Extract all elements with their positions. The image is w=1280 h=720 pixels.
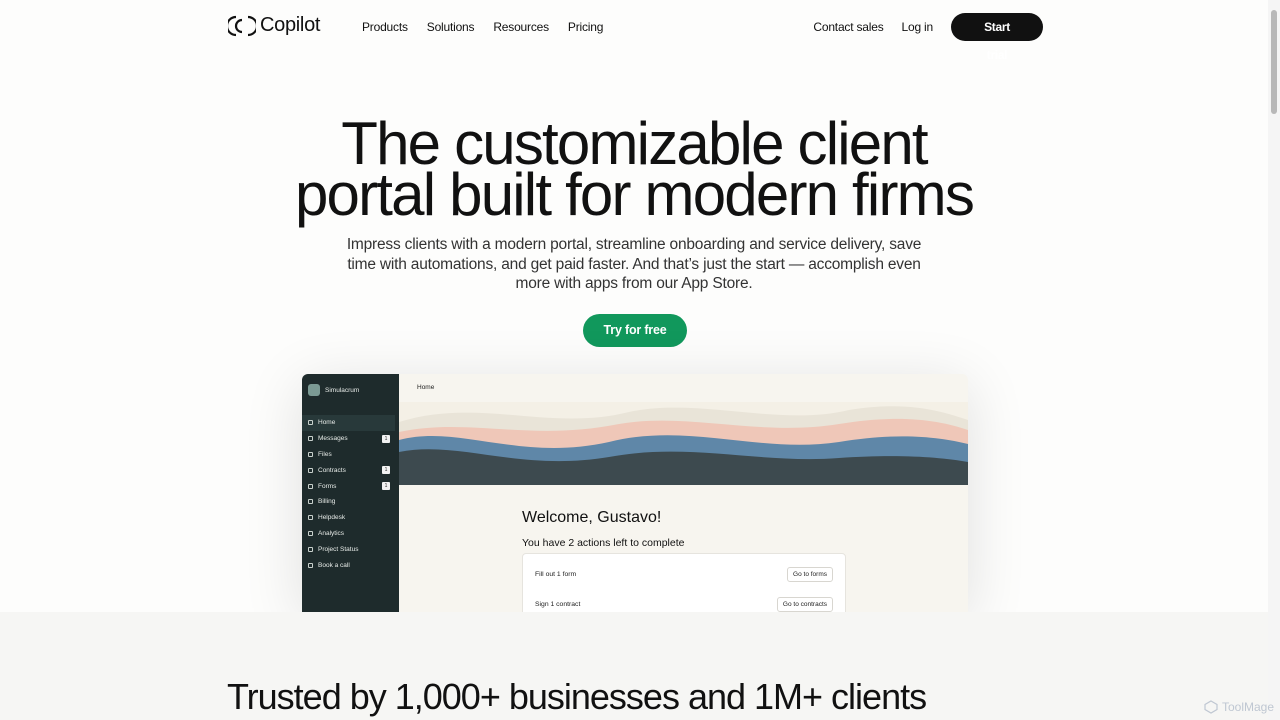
go-to-contracts-button[interactable]: Go to contracts bbox=[776, 596, 833, 612]
sidebar-item-book-call[interactable]: Book a call bbox=[302, 557, 399, 573]
sidebar-item-label: Contracts bbox=[318, 466, 346, 474]
top-nav: Copilot Products Solutions Resources Pri… bbox=[0, 0, 1280, 62]
task-label: Fill out 1 form bbox=[535, 570, 577, 578]
sidebar-item-label: Project Status bbox=[318, 545, 359, 553]
scrollbar-thumb[interactable] bbox=[1271, 10, 1277, 114]
book-icon bbox=[308, 515, 313, 521]
sidebar-item-files[interactable]: Files bbox=[302, 447, 399, 463]
home-icon bbox=[308, 420, 313, 426]
message-icon bbox=[308, 436, 313, 442]
phone-icon bbox=[308, 562, 313, 568]
tasks-card: Fill out 1 form Go to forms Sign 1 contr… bbox=[522, 553, 846, 612]
sidebar-item-label: Forms bbox=[318, 482, 337, 490]
sidebar-item-forms[interactable]: Forms 1 bbox=[302, 478, 399, 494]
app-breadcrumb: Home bbox=[417, 384, 435, 391]
sidebar-item-analytics[interactable]: Analytics bbox=[302, 526, 399, 542]
nav-actions: Contact sales Log in Start trial bbox=[813, 13, 1043, 62]
trusted-heading: Trusted by 1,000+ businesses and 1M+ cli… bbox=[227, 676, 927, 717]
sidebar-item-helpdesk[interactable]: Helpdesk bbox=[302, 510, 399, 526]
start-trial-button[interactable]: Start trial bbox=[951, 13, 1043, 62]
workspace-name: Simulacrum bbox=[325, 386, 360, 394]
watermark-text: ToolMage bbox=[1221, 700, 1274, 714]
app-preview: Simulacrum Home Messages 1 Files Contrac… bbox=[302, 374, 968, 612]
login-link[interactable]: Log in bbox=[902, 20, 934, 34]
billing-icon bbox=[308, 499, 313, 505]
sidebar-item-home[interactable]: Home bbox=[302, 415, 395, 431]
app-sidebar-nav: Home Messages 1 Files Contracts 1 Forms … bbox=[302, 415, 399, 573]
folder-icon bbox=[308, 451, 313, 457]
app-main: Home Welcome, Gustavo! You have 2 action… bbox=[399, 374, 968, 612]
copilot-logo-icon bbox=[228, 15, 256, 36]
task-row: Sign 1 contract Go to contracts bbox=[535, 594, 833, 612]
sidebar-item-label: Billing bbox=[318, 498, 336, 506]
sidebar-item-billing[interactable]: Billing bbox=[302, 494, 399, 510]
copilot-logo[interactable]: Copilot bbox=[228, 14, 320, 37]
count-badge: 1 bbox=[382, 434, 390, 443]
task-label: Sign 1 contract bbox=[535, 600, 581, 608]
sidebar-item-label: Home bbox=[318, 419, 336, 427]
nav-products[interactable]: Products bbox=[362, 20, 408, 34]
sidebar-item-project-status[interactable]: Project Status bbox=[302, 541, 399, 557]
watermark: ToolMage bbox=[1204, 700, 1274, 714]
sidebar-item-label: Helpdesk bbox=[318, 514, 346, 522]
hero-title-line-2: portal built for modern firms bbox=[294, 161, 975, 228]
hero-title: The customizable client portal built for… bbox=[0, 114, 1268, 225]
sidebar-item-contracts[interactable]: Contracts 1 bbox=[302, 462, 399, 478]
sidebar-item-label: Files bbox=[318, 450, 332, 458]
sidebar-item-label: Messages bbox=[318, 435, 348, 443]
welcome-heading: Welcome, Gustavo! bbox=[522, 509, 662, 526]
go-to-forms-button[interactable]: Go to forms bbox=[787, 566, 833, 582]
welcome-banner-art bbox=[399, 402, 968, 485]
try-for-free-button[interactable]: Try for free bbox=[583, 314, 687, 347]
sidebar-item-label: Book a call bbox=[318, 561, 350, 569]
count-badge: 1 bbox=[382, 466, 390, 475]
workspace-avatar bbox=[308, 384, 320, 396]
actions-remaining-text: You have 2 actions left to complete bbox=[522, 537, 685, 549]
hero-subtitle: Impress clients with a modern portal, st… bbox=[346, 236, 922, 292]
nav-resources[interactable]: Resources bbox=[493, 20, 549, 34]
page-scrollbar[interactable] bbox=[1268, 0, 1280, 720]
contract-icon bbox=[308, 467, 313, 473]
workspace-switcher[interactable]: Simulacrum bbox=[308, 384, 359, 396]
count-badge: 1 bbox=[382, 482, 390, 491]
sidebar-item-label: Analytics bbox=[318, 529, 345, 537]
watermark-logo-icon bbox=[1204, 700, 1218, 714]
status-icon bbox=[308, 546, 313, 552]
analytics-icon bbox=[308, 530, 313, 536]
form-icon bbox=[308, 483, 313, 489]
nav-solutions[interactable]: Solutions bbox=[427, 20, 475, 34]
brand-name: Copilot bbox=[260, 14, 321, 36]
sidebar-item-messages[interactable]: Messages 1 bbox=[302, 431, 399, 447]
nav-links: Products Solutions Resources Pricing bbox=[362, 20, 603, 34]
nav-pricing[interactable]: Pricing bbox=[568, 20, 603, 34]
contact-sales-link[interactable]: Contact sales bbox=[813, 20, 883, 34]
app-sidebar: Simulacrum Home Messages 1 Files Contrac… bbox=[302, 374, 399, 612]
task-row: Fill out 1 form Go to forms bbox=[535, 564, 833, 584]
